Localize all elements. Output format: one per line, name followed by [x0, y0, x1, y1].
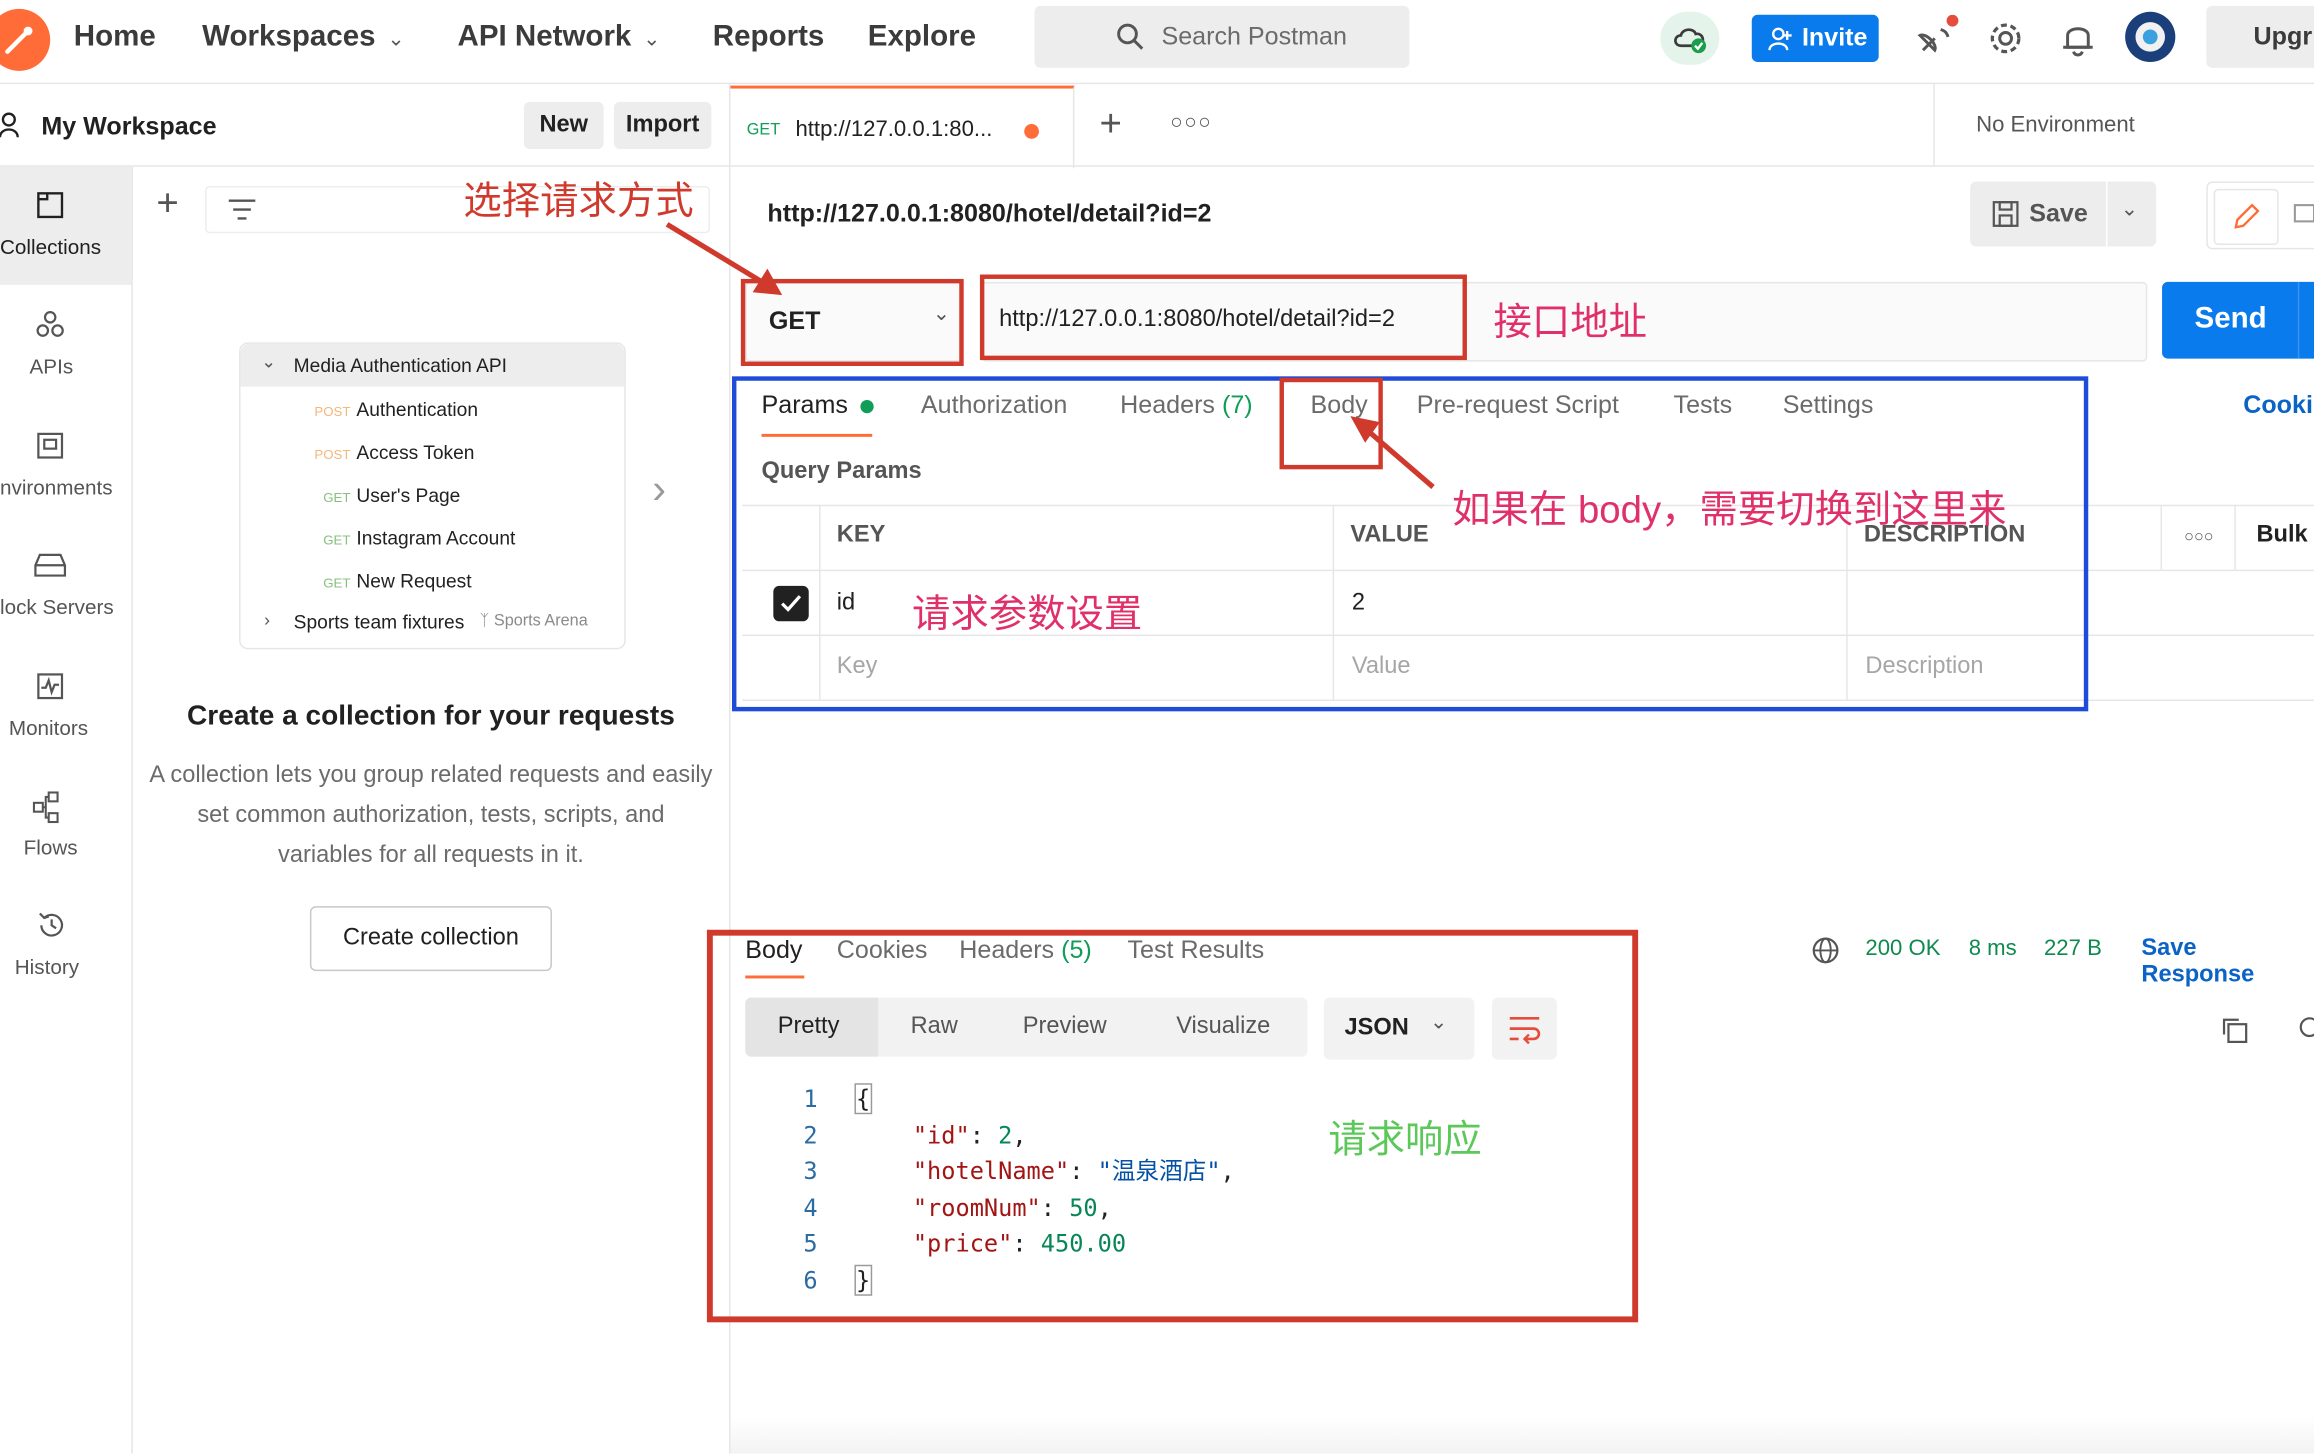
carousel-next-icon[interactable]: › — [652, 466, 666, 513]
nav-home[interactable]: Home — [74, 21, 156, 55]
comment-icon — [2293, 204, 2314, 223]
edit-toggle[interactable] — [2206, 181, 2314, 250]
annotation-body: 如果在 body，需要切换到这里来 — [1452, 487, 2007, 532]
fork-tag: ᛉ Sports Arena — [479, 612, 588, 631]
response-time[interactable]: 8 ms — [1969, 936, 2017, 961]
chevron-down-icon: ⌄ — [2120, 196, 2139, 220]
apis-icon — [36, 311, 64, 337]
send-button[interactable]: Send — [2162, 281, 2314, 359]
save-button[interactable]: Save ⌄ — [1970, 181, 2157, 247]
flows-icon — [32, 791, 59, 824]
more-tabs-icon[interactable]: ○○○ — [1170, 109, 1212, 133]
nav-reports[interactable]: Reports — [713, 21, 825, 55]
notifications-bell-icon[interactable] — [2059, 18, 2097, 59]
invite-button[interactable]: Invite — [1751, 14, 1879, 62]
environment-selector[interactable]: No Environment — [1933, 84, 2314, 166]
tree-request[interactable]: GET User's Page — [241, 472, 625, 515]
save-icon — [1992, 201, 2019, 227]
tree-collection-media[interactable]: ⌄ Media Authentication API — [240, 343, 625, 387]
globe-icon[interactable] — [1811, 936, 1841, 966]
sidebar-item-flows[interactable]: Flows — [0, 776, 131, 879]
chevron-down-icon: ⌄ — [261, 351, 277, 372]
mock-servers-icon — [34, 553, 67, 577]
request-name[interactable]: http://127.0.0.1:8080/hotel/detail?id=2 — [767, 199, 1211, 229]
save-response-button[interactable]: Save Response — [2141, 936, 2314, 989]
create-collection-description: A collection lets you group related requ… — [149, 762, 713, 868]
collections-icon — [37, 192, 64, 219]
nav-explore[interactable]: Explore — [868, 21, 976, 55]
tree-request[interactable]: GET New Request — [241, 558, 625, 601]
copy-icon[interactable] — [2220, 1015, 2250, 1045]
annotation-url: 接口地址 — [1493, 299, 1648, 344]
response-size[interactable]: 227 B — [2044, 936, 2102, 961]
upgrade-button[interactable]: Upgr — [2206, 5, 2314, 68]
environments-icon — [37, 432, 64, 459]
chevron-down-icon: ⌄ — [387, 26, 405, 51]
workspace-title: My Workspace — [41, 112, 217, 141]
create-collection-title: Create a collection for your requests — [187, 701, 675, 732]
avatar[interactable] — [2125, 11, 2176, 62]
annotation-box-url — [979, 274, 1467, 361]
search-input[interactable]: Search Postman — [1034, 5, 1410, 68]
new-button[interactable]: New — [523, 101, 604, 150]
unsaved-dot-icon — [1024, 123, 1039, 139]
settings-gear-icon[interactable] — [1985, 18, 2026, 59]
more-options-icon[interactable]: ○○○ — [2184, 528, 2213, 546]
search-icon — [1117, 23, 1144, 50]
chevron-down-icon: ⌄ — [643, 26, 661, 51]
response-status[interactable]: 200 OK — [1865, 936, 1940, 961]
import-button[interactable]: Import — [613, 101, 712, 150]
tree-request[interactable]: GET Instagram Account — [241, 515, 625, 558]
sidebar-item-mock-servers[interactable]: lock Servers — [0, 536, 131, 639]
user-icon — [0, 112, 19, 138]
monitors-icon — [37, 673, 64, 700]
annotation-box-response — [706, 929, 1639, 1323]
new-tab-plus-icon[interactable]: + — [1099, 103, 1121, 141]
tree-request[interactable]: POST Authentication — [241, 387, 625, 430]
search-placeholder: Search Postman — [1161, 22, 1347, 51]
sidebar-item-history[interactable]: History — [0, 897, 131, 1000]
sidebar-item-collections[interactable]: Collections — [0, 166, 132, 285]
sidebar-item-environments[interactable]: nvironments — [0, 416, 131, 519]
sidebar-item-monitors[interactable]: Monitors — [0, 657, 131, 760]
history-icon — [39, 912, 64, 937]
annotation-response: 请求响应 — [1328, 1117, 1482, 1162]
chevron-right-icon: › — [264, 609, 271, 631]
edit-pencil-icon[interactable] — [2213, 188, 2279, 245]
tree-request[interactable]: POST Access Token — [241, 429, 625, 472]
sync-status-icon[interactable] — [1660, 11, 1720, 65]
sidebar-item-apis[interactable]: APIs — [0, 295, 131, 398]
sample-collections-card: ⌄ Media Authentication API POST Authentic… — [239, 342, 626, 650]
satellite-icon[interactable] — [1914, 14, 1961, 62]
add-user-icon — [1768, 27, 1792, 51]
nav-workspaces[interactable]: Workspaces ⌄ — [202, 21, 405, 55]
filter-icon — [228, 199, 256, 220]
search-response-icon[interactable] — [2296, 1015, 2314, 1045]
tab-request[interactable]: GET http://127.0.0.1:80... — [730, 85, 1075, 169]
annotation-method: 选择请求方式 — [463, 178, 694, 223]
add-collection-plus-icon[interactable]: + — [156, 183, 188, 221]
annotation-params: 请求参数设置 — [912, 591, 1143, 637]
annotation-arrow-icon — [1350, 416, 1435, 489]
create-collection-button[interactable]: Create collection — [309, 906, 552, 972]
cookies-link[interactable]: Cooki — [2243, 391, 2313, 421]
bulk-edit-link[interactable]: Bulk — [2256, 522, 2307, 549]
nav-api-network[interactable]: API Network ⌄ — [457, 21, 660, 55]
tree-collection-sports[interactable]: › Sports team fixtures ᛉ Sports Arena — [241, 601, 625, 644]
